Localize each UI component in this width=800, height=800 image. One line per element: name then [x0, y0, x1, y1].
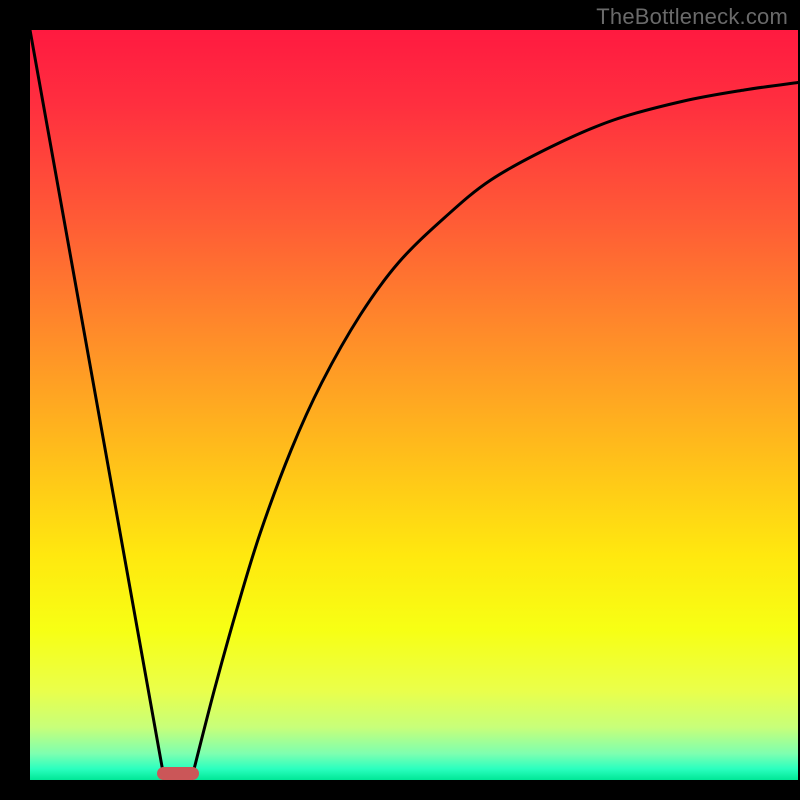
series-left-branch [30, 30, 164, 780]
series-right-branch [191, 83, 798, 781]
min-marker [157, 767, 199, 780]
plot-area [30, 30, 798, 780]
chart-frame: TheBottleneck.com [0, 0, 800, 800]
curve-layer [30, 30, 798, 780]
watermark-text: TheBottleneck.com [596, 4, 788, 30]
